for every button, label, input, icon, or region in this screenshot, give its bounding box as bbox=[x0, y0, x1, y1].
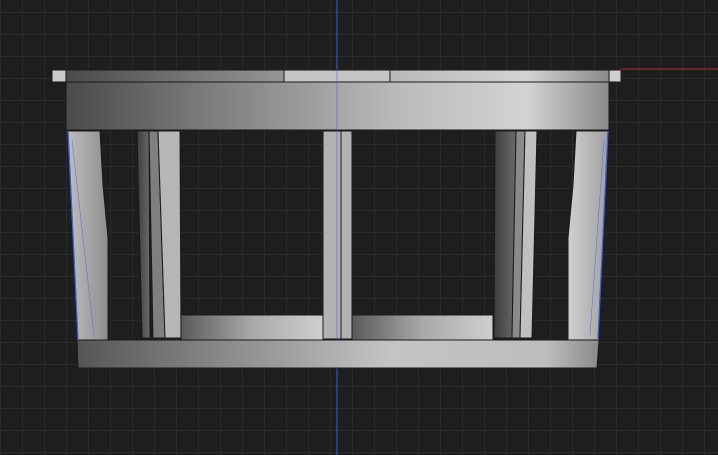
top-ring[interactable] bbox=[51, 69, 622, 131]
bottom-rail-right[interactable] bbox=[351, 314, 494, 341]
post-center[interactable] bbox=[322, 130, 353, 340]
post-far-right[interactable] bbox=[567, 130, 609, 341]
3d-viewport[interactable] bbox=[0, 0, 718, 455]
post-right-inner[interactable] bbox=[493, 130, 538, 339]
bottom-rail-left[interactable] bbox=[180, 314, 324, 341]
post-left-inner[interactable] bbox=[136, 130, 182, 339]
scene-canvas[interactable] bbox=[0, 0, 718, 455]
bottom-ring[interactable] bbox=[76, 339, 600, 369]
post-far-left[interactable] bbox=[67, 130, 109, 341]
